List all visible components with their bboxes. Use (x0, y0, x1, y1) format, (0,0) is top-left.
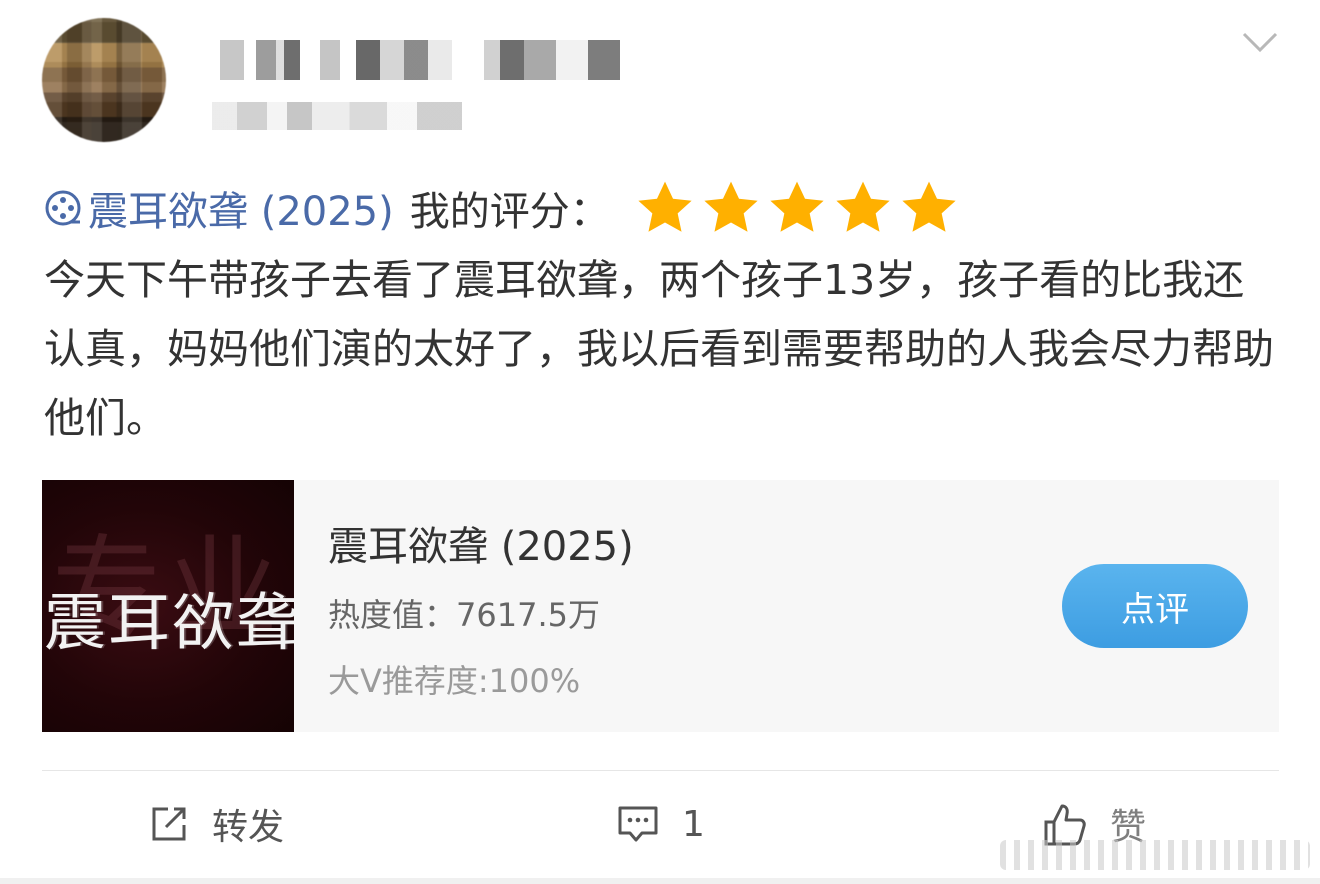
star-icon (638, 181, 692, 232)
rating-label: 我的评分： (409, 189, 610, 235)
card-recommend-rate: 大V推荐度:100% (328, 662, 581, 700)
comment-button[interactable]: 1 (616, 796, 705, 852)
overlay-bar (1000, 840, 1310, 870)
post-meta-blurred (212, 102, 462, 130)
bottom-strip (0, 878, 1320, 884)
repost-icon (152, 807, 186, 841)
star-icon (770, 181, 824, 232)
divider (42, 770, 1279, 771)
film-link[interactable]: 震耳欲聋 (2025) (88, 179, 394, 237)
comment-count: 1 (682, 803, 705, 845)
star-icon (704, 181, 758, 232)
comment-icon (618, 806, 658, 842)
chevron-down-icon[interactable] (1242, 30, 1278, 54)
film-reel-icon (45, 190, 81, 226)
star-icon (836, 181, 890, 232)
username-blurred[interactable] (220, 40, 620, 80)
poster-title: 震耳欲聋 (44, 586, 294, 659)
rating-row: 震耳欲聋 (2025) 我的评分： (44, 178, 960, 238)
card-title: 震耳欲聋 (2025) (328, 524, 634, 570)
avatar[interactable] (42, 18, 166, 142)
card-heat-value: 热度值：7617.5万 (328, 596, 600, 634)
film-poster[interactable]: 专业 震耳欲聋 (42, 480, 294, 732)
review-button[interactable]: 点评 (1062, 564, 1248, 648)
post-text: 今天下午带孩子去看了震耳欲聋，两个孩子13岁，孩子看的比我还认真，妈妈他们演的太… (44, 256, 1274, 442)
star-icon (902, 181, 956, 232)
film-card[interactable]: 专业 震耳欲聋 震耳欲聋 (2025) 热度值：7617.5万 大V推荐度:10… (42, 480, 1279, 732)
repost-label: 转发 (212, 807, 285, 848)
rating-stars (634, 177, 960, 239)
repost-button[interactable]: 转发 (148, 796, 284, 852)
